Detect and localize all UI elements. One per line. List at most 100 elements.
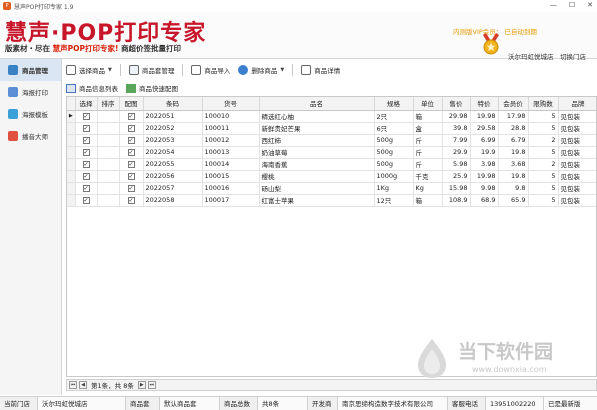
goods-set-button[interactable]: 商品套管理 [128,65,174,75]
toolbar-divider [292,64,294,76]
checkbox[interactable]: ✓ [82,125,90,132]
limit-cell: 5 [528,110,559,123]
import-goods-button[interactable]: 商品导入 [191,65,230,75]
prev-page-button[interactable]: ◀ [79,381,87,389]
table-row[interactable]: ✓ ✓ 2022052 100011 新鲜贵妃芒果 6只盒 39.8 29.58 28.8 5 见包… [67,122,596,135]
select-checkbox[interactable]: ✓ [75,110,98,123]
column-header[interactable]: 规格 [374,97,414,111]
slogan-prefix: 版素材・尽在 [5,44,50,53]
close-button[interactable]: ✕ [587,1,593,9]
table-row[interactable]: ✓ ✓ 2022057 100016 砀山梨 1Kg Kg 15.98 9.98 9.8 5 见包装 [67,182,596,195]
select-checkbox[interactable]: ✓ [75,122,98,135]
checkbox[interactable]: ✓ [82,149,90,156]
tab-label: 商品快速配图 [139,85,178,93]
chevron-down-icon: ▼ [280,67,285,73]
special-price-cell: 3.98 [470,158,499,171]
minimize-button[interactable]: — [550,1,557,9]
picture-checkbox[interactable]: ✓ [119,182,144,195]
header-banner: 慧声·POP打印专家 版素材・尽在 慧声POP打印专家! 商超价签批量打印 内测… [0,12,597,61]
toolbar-divider [182,64,184,76]
picture-checkbox[interactable]: ✓ [119,122,144,135]
sidebar-item-poster-template[interactable]: 海报模板 [0,103,61,125]
sidebar-item-broadcast[interactable]: 播音大师 [0,125,61,147]
last-page-button[interactable]: ⏭ [147,381,156,389]
member-price-cell: 19.8 [498,146,529,159]
table-row[interactable]: ▶ ✓ ✓ 2022051 100010 精选红心柚 2只箱 29.98 19.98 17.98 5… [67,110,596,123]
select-checkbox[interactable]: ✓ [75,146,98,159]
next-page-button[interactable]: ▶ [137,381,146,389]
table-row[interactable]: ✓ ✓ 2022055 100014 海南香蕉 500g 斤 5.98 3.98 3.68 2 见包装 [67,158,596,171]
service-phone-label: 客服电话 [448,396,486,410]
watermark: 当下软件园 www.downxia.com [412,335,582,381]
version-status: 已是最新版 [544,396,597,410]
checkbox[interactable]: ✓ [127,197,135,204]
picture-checkbox[interactable]: ✓ [119,110,144,123]
column-header[interactable]: 排序 [97,97,120,111]
member-price-cell: 65.9 [498,194,529,207]
price-cell: 25.9 [442,170,471,183]
column-header[interactable]: 货号 [202,97,260,111]
select-checkbox[interactable]: ✓ [75,134,98,147]
row-indicator [67,194,76,207]
member-price-cell: 19.8 [498,170,529,183]
sidebar-item-label: 播音大师 [22,133,48,141]
table-row[interactable]: ✓ ✓ 2022056 100015 樱桃 1000g 千克 25.9 19.98 19.8 5 见包… [67,170,596,183]
checkbox[interactable]: ✓ [82,137,90,144]
barcode-cell: 2022051 [143,110,203,123]
picture-checkbox[interactable]: ✓ [119,158,144,171]
price-cell: 5.98 [442,158,471,171]
checkbox[interactable]: ✓ [127,185,135,192]
table-row[interactable]: ✓ ✓ 2022054 100013 奶油草莓 500g 斤 29.9 19.9 19.8 5 见包装 [67,146,596,159]
checkbox[interactable]: ✓ [82,185,90,192]
column-header[interactable]: 限购数 [528,97,559,111]
checkbox[interactable]: ✓ [127,173,135,180]
select-checkbox[interactable]: ✓ [75,182,98,195]
sidebar-item-goods-management[interactable]: 商品管理 [0,59,61,81]
select-checkbox[interactable]: ✓ [75,194,98,207]
column-header[interactable]: 选择 [75,97,98,111]
column-header[interactable]: 会员价 [498,97,529,111]
checkbox[interactable]: ✓ [82,161,90,168]
product-name-cell: 精选红心柚 [259,110,375,123]
goods-set-label: 商品套 [126,396,160,410]
goods-detail-button[interactable]: 商品详情 [301,65,340,75]
checkbox[interactable]: ✓ [82,173,90,180]
checkbox[interactable]: ✓ [127,125,135,132]
picture-checkbox[interactable]: ✓ [119,170,144,183]
column-header[interactable]: 品牌 [558,97,596,111]
sku-cell: 100016 [202,182,260,195]
column-header[interactable]: 配图 [119,97,144,111]
delete-goods-button[interactable]: 删除商品 ▼ [238,65,284,75]
column-header[interactable]: 售价 [442,97,471,111]
checkbox[interactable]: ✓ [82,113,90,120]
checkbox[interactable]: ✓ [127,161,135,168]
checkbox[interactable]: ✓ [127,113,135,120]
sidebar-item-poster-print[interactable]: 海报打印 [0,81,61,103]
store-label: 当前门店 [0,396,38,410]
picture-checkbox[interactable]: ✓ [119,146,144,159]
checkbox[interactable]: ✓ [82,197,90,204]
product-name-cell: 新鲜贵妃芒果 [259,122,375,135]
table-row[interactable]: ✓ ✓ 2022053 100012 西红柿 500g 斤 7.99 6.99 6.79 2 见包装 [67,134,596,147]
tab-goods-info-list[interactable]: 商品信息列表 [66,83,118,93]
table-row[interactable]: ✓ ✓ 2022058 100017 红富士苹果 12只箱 108.9 68.9 65.9 5 见包… [67,194,596,207]
sku-cell: 100017 [202,194,260,207]
column-header[interactable]: 品名 [259,97,375,111]
select-checkbox[interactable]: ✓ [75,170,98,183]
order-cell [97,134,120,147]
select-goods-button[interactable]: 选择商品 ▼ [66,65,112,75]
column-header[interactable]: 单位 [413,97,443,111]
select-checkbox[interactable]: ✓ [75,158,98,171]
checkbox[interactable]: ✓ [127,137,135,144]
picture-checkbox[interactable]: ✓ [119,194,144,207]
first-page-button[interactable]: ⏮ [69,381,77,389]
column-header[interactable]: 条码 [143,97,203,111]
checkbox[interactable]: ✓ [127,149,135,156]
unit-cell: 千克 [413,170,443,183]
switch-store-link[interactable]: 切换门店 [560,51,586,61]
picture-checkbox[interactable]: ✓ [119,134,144,147]
column-header[interactable]: 特价 [470,97,499,111]
service-phone-value: 13951002220 [486,396,544,410]
tab-quick-config[interactable]: 商品快速配图 [126,83,178,93]
maximize-button[interactable]: ☐ [569,1,575,9]
